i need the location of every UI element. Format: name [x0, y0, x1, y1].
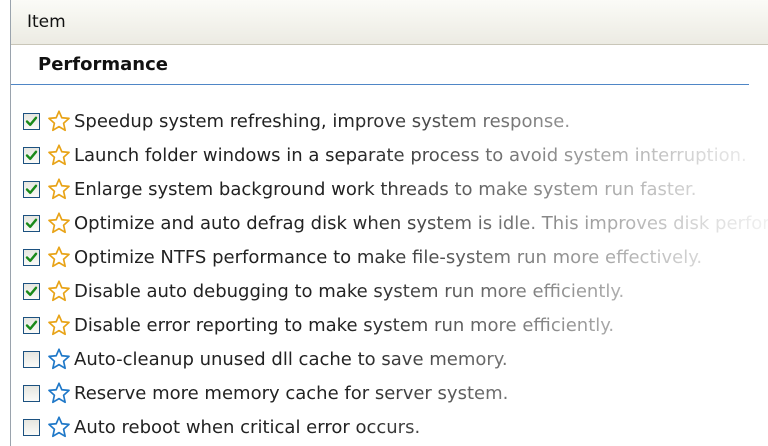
section-header-performance: Performance	[11, 45, 749, 85]
option-label: Launch folder windows in a separate proc…	[74, 144, 747, 166]
option-checkbox[interactable]	[23, 214, 40, 232]
option-checkbox[interactable]	[23, 180, 40, 198]
option-checkbox[interactable]	[23, 282, 40, 300]
option-checkbox[interactable]	[23, 146, 40, 164]
list-item[interactable]: Auto reboot when critical error occurs.	[11, 410, 768, 444]
section-title: Performance	[38, 54, 168, 75]
option-label: Disable auto debugging to make system ru…	[74, 280, 625, 302]
list-item[interactable]: Auto-cleanup unused dll cache to save me…	[11, 342, 768, 376]
star-icon	[46, 381, 72, 405]
list-item[interactable]: Optimize NTFS performance to make file-s…	[11, 240, 768, 274]
star-icon	[46, 313, 72, 337]
option-checkbox[interactable]	[23, 384, 40, 402]
list-item[interactable]: Reserve more memory cache for server sys…	[11, 376, 768, 410]
option-label: Optimize NTFS performance to make file-s…	[74, 246, 703, 268]
option-label: Enlarge system background work threads t…	[74, 178, 697, 200]
option-label: Auto reboot when critical error occurs.	[74, 416, 421, 438]
option-label: Speedup system refreshing, improve syste…	[74, 110, 571, 132]
star-icon	[46, 109, 72, 133]
list-item[interactable]: Speedup system refreshing, improve syste…	[11, 104, 768, 138]
option-label: Reserve more memory cache for server sys…	[74, 382, 509, 404]
option-label: Auto-cleanup unused dll cache to save me…	[74, 348, 508, 370]
star-icon	[46, 347, 72, 371]
list-item[interactable]: Disable auto debugging to make system ru…	[11, 274, 768, 308]
list-item[interactable]: Optimize and auto defrag disk when syste…	[11, 206, 768, 240]
option-list: Speedup system refreshing, improve syste…	[11, 104, 768, 444]
star-icon	[46, 415, 72, 439]
list-item[interactable]: Disable error reporting to make system r…	[11, 308, 768, 342]
option-checkbox[interactable]	[23, 248, 40, 266]
option-checkbox[interactable]	[23, 350, 40, 368]
star-icon	[46, 245, 72, 269]
star-icon	[46, 177, 72, 201]
list-item[interactable]: Launch folder windows in a separate proc…	[11, 138, 768, 172]
option-label: Disable error reporting to make system r…	[74, 314, 615, 336]
option-checkbox[interactable]	[23, 316, 40, 334]
star-icon	[46, 143, 72, 167]
column-header-label: Item	[27, 12, 66, 32]
option-checkbox[interactable]	[23, 418, 40, 436]
star-icon	[46, 211, 72, 235]
star-icon	[46, 279, 72, 303]
list-item[interactable]: Enlarge system background work threads t…	[11, 172, 768, 206]
optimization-panel: Item Performance Speedup system refreshi…	[10, 0, 768, 446]
option-checkbox[interactable]	[23, 112, 40, 130]
option-label: Optimize and auto defrag disk when syste…	[74, 212, 768, 234]
column-header-item[interactable]: Item	[11, 0, 768, 45]
